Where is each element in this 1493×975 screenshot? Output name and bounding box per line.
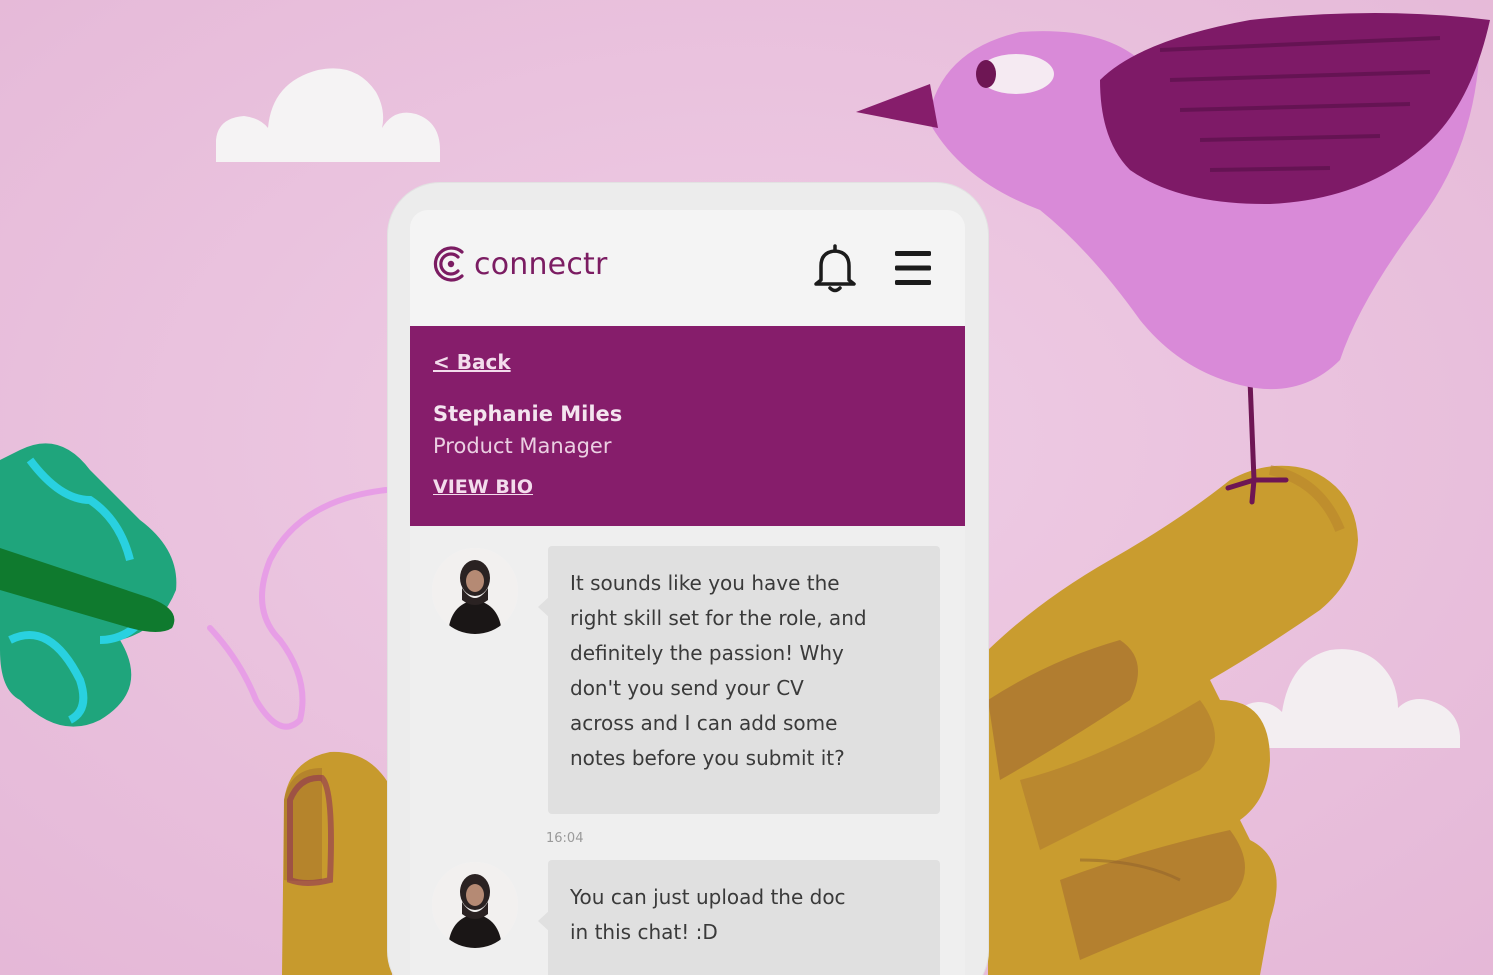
message-list: It sounds like you have the right skill …: [410, 526, 965, 975]
app-header: connectr: [410, 210, 965, 326]
contact-name: Stephanie Miles: [433, 402, 623, 426]
app-screen: connectr < Back Stephanie Miles Product …: [410, 210, 965, 975]
message-timestamp: 16:04: [546, 831, 584, 846]
logo-text: connectr: [474, 246, 608, 282]
contact-role: Product Manager: [433, 434, 612, 458]
left-finger: [282, 751, 392, 975]
message-bubble: It sounds like you have the right skill …: [548, 546, 940, 814]
avatar-photo: [432, 862, 518, 948]
view-bio-link[interactable]: VIEW BIO: [433, 476, 533, 498]
bell-icon[interactable]: [812, 242, 858, 294]
avatar-photo: [432, 548, 518, 634]
back-link[interactable]: < Back: [433, 350, 511, 374]
app-logo[interactable]: connectr: [432, 244, 608, 284]
message-bubble: You can just upload the doc in this chat…: [548, 860, 940, 975]
connectr-logo-icon: [433, 246, 464, 282]
illustration-scene: connectr < Back Stephanie Miles Product …: [0, 0, 1493, 975]
contact-header: < Back Stephanie Miles Product Manager V…: [410, 326, 965, 526]
avatar[interactable]: [432, 862, 518, 948]
avatar[interactable]: [432, 548, 518, 634]
hamburger-menu-icon[interactable]: [893, 248, 933, 288]
